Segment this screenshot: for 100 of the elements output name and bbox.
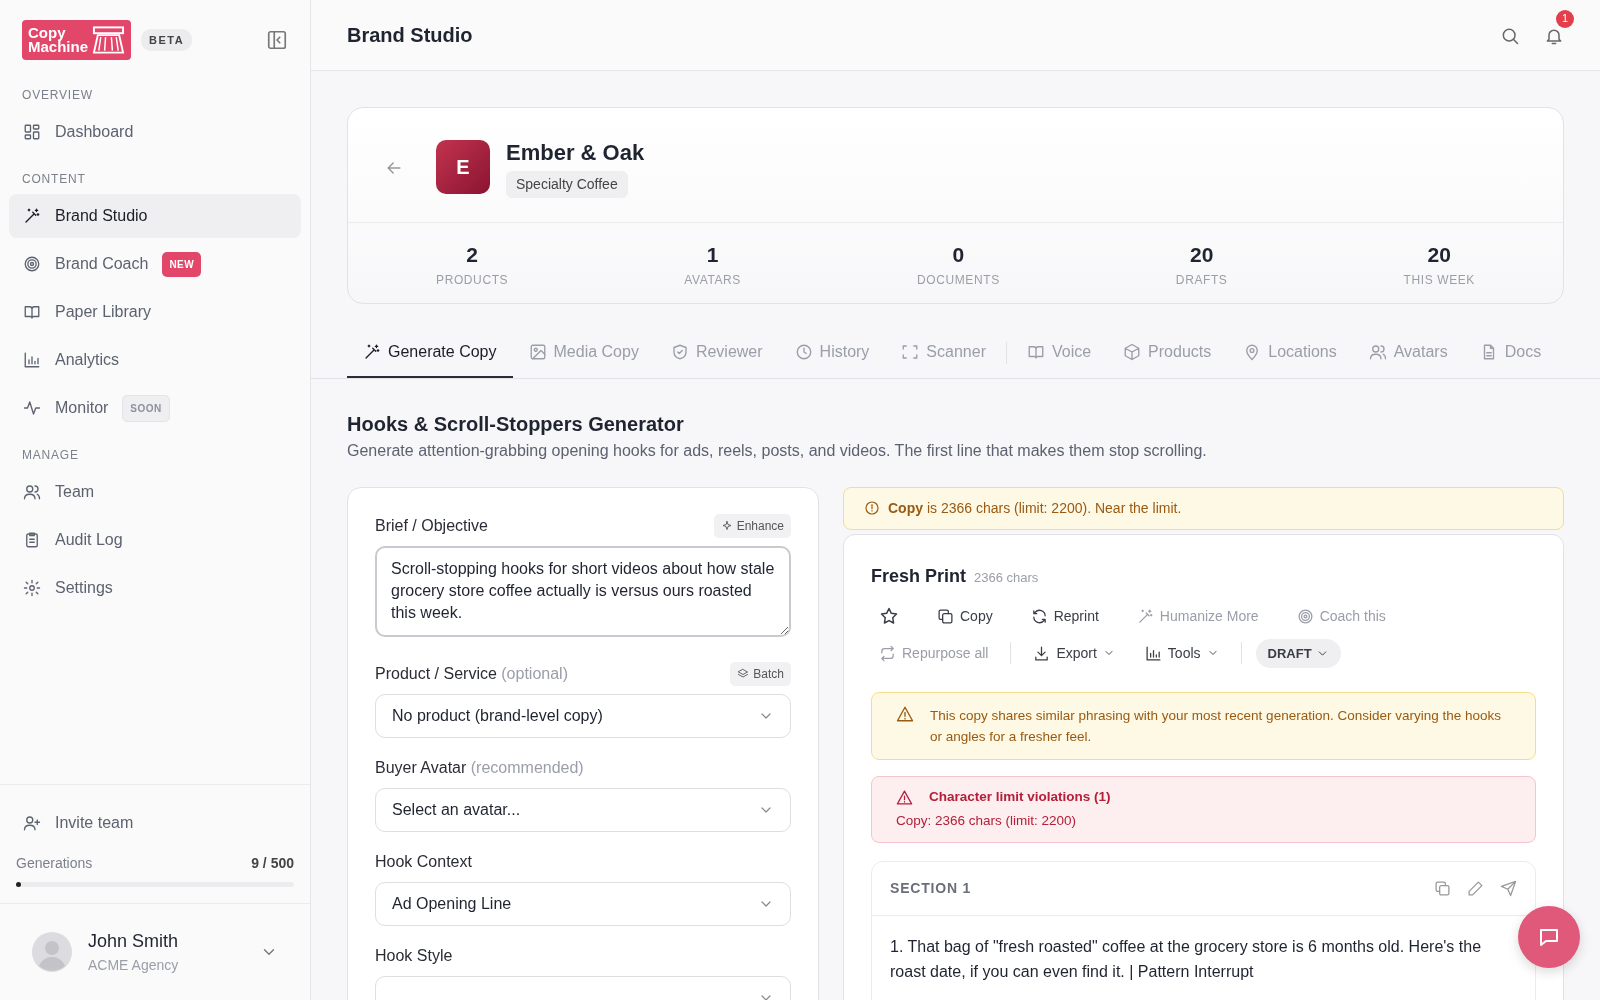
- sidebar-item[interactable]: Dashboard: [9, 110, 301, 154]
- notification-count: 1: [1556, 9, 1574, 28]
- download-icon: [1033, 644, 1051, 662]
- pulse-icon: [23, 399, 41, 417]
- batch-button[interactable]: Batch: [730, 661, 791, 686]
- section-description: Generate attention-grabbing opening hooks for ads, reels, posts, and videos. The first line that makes them stop scrolling.: [347, 440, 1208, 461]
- stat-value: 2: [465, 242, 479, 268]
- stat-label: DRAFTS: [1174, 271, 1229, 289]
- result-title: Fresh Print: [871, 564, 967, 588]
- field-label: Hook Style: [375, 945, 453, 966]
- layers-icon: [737, 667, 750, 680]
- wand-icon: [363, 342, 381, 361]
- send-icon: [1500, 879, 1517, 897]
- hook-text: 1. That bag of "fresh roasted" coffee at the grocery store is 6 months old. Here's the roast date, if you can even find it. | Pattern Interrupt: [889, 936, 1483, 982]
- usage-label: Generations: [16, 854, 93, 873]
- stat-value: 1: [705, 242, 720, 268]
- page-title: Brand Studio: [347, 23, 473, 48]
- sidebar-item[interactable]: Analytics: [9, 338, 301, 382]
- pencil-icon: [1467, 879, 1484, 897]
- warning-icon: [896, 705, 914, 723]
- section-title: Hooks & Scroll-Stoppers Generator: [347, 411, 685, 437]
- status-dropdown[interactable]: DRAFT: [1255, 638, 1341, 668]
- new-badge: NEW: [162, 251, 202, 277]
- sidebar-item[interactable]: Monitor SOON: [9, 386, 301, 430]
- notice-text: Copy is 2366 chars (limit: 2200). Near the limit.: [888, 498, 1182, 518]
- image-icon: [528, 342, 547, 361]
- field-label: Hook Context: [375, 851, 472, 872]
- sidebar-item[interactable]: Team: [9, 470, 301, 514]
- copy-icon: [937, 607, 954, 625]
- box-icon: [1123, 342, 1142, 361]
- info-icon: [864, 500, 880, 516]
- dashboard-icon: [23, 123, 41, 141]
- stat-value: 0: [951, 242, 966, 268]
- sparkle-icon: [720, 519, 733, 532]
- users-icon: [23, 483, 41, 501]
- sidebar-item[interactable]: Paper Library: [9, 290, 301, 334]
- wand-icon: [23, 207, 41, 225]
- target-icon: [23, 255, 41, 273]
- wand-icon: [1136, 607, 1154, 625]
- book-icon: [23, 303, 41, 321]
- tab[interactable]: Generate Copy: [347, 327, 513, 378]
- soon-badge: SOON: [122, 394, 170, 422]
- char-count: 2366 chars: [974, 568, 1039, 587]
- error-detail: Copy: 2366 chars (limit: 2200): [896, 812, 1078, 831]
- sidebar-item[interactable]: Brand Studio: [9, 194, 301, 238]
- scan-icon: [901, 342, 920, 361]
- stat-value: 20: [1426, 242, 1452, 268]
- warning-text: This copy shares similar phrasing with your most recent generation. Consider varying the hooks or angles for a fresher feel.: [930, 707, 1502, 746]
- sidebar-item[interactable]: Brand Coach NEW: [9, 242, 301, 286]
- star-icon: [879, 606, 899, 626]
- brand-category-tag: Specialty Coffee: [506, 171, 628, 198]
- beta-badge: BETA: [141, 28, 193, 52]
- user-name: John Smith: [88, 930, 179, 953]
- action-button[interactable]: Tools: [1136, 638, 1227, 668]
- brief-field[interactable]: Scroll-stopping hooks for short videos about how stale grocery store coffee actually is versus ours roasted this week.: [375, 545, 791, 637]
- field-label: Brief / Objective: [375, 515, 488, 536]
- action-button[interactable]: Copy: [929, 601, 1001, 631]
- stat-label: THIS WEEK: [1402, 271, 1476, 289]
- select-field[interactable]: Select an avatar...: [375, 787, 791, 832]
- stat-label: DOCUMENTS: [916, 271, 1001, 289]
- bar-chart-icon: [1144, 644, 1162, 662]
- section-heading: SECTION 1: [890, 878, 972, 898]
- warning-icon: [896, 788, 913, 806]
- sidebar-item[interactable]: Settings: [9, 566, 301, 610]
- invite-team-link[interactable]: Invite team: [9, 801, 301, 845]
- section-heading: OVERVIEW: [21, 87, 94, 104]
- brand-name: Ember & Oak: [506, 139, 645, 167]
- logo-text: Copy: [28, 25, 67, 40]
- section-heading: CONTENT: [21, 171, 87, 188]
- action-button[interactable]: Reprint: [1022, 601, 1107, 631]
- avatar: [32, 932, 72, 972]
- copy-icon: [1434, 879, 1451, 897]
- sidebar-item[interactable]: Audit Log: [9, 518, 301, 562]
- user-plus-icon: [23, 814, 41, 832]
- collapse-sidebar-icon: [266, 29, 288, 51]
- printer-icon: [92, 25, 125, 55]
- enhance-button[interactable]: Enhance: [713, 513, 791, 538]
- user-org: ACME Agency: [88, 956, 179, 975]
- repeat-icon: [879, 644, 896, 662]
- refresh-icon: [1030, 607, 1048, 625]
- target-icon: [1296, 607, 1314, 625]
- usage-count: 9 / 500: [251, 854, 294, 873]
- section-heading: MANAGE: [21, 447, 80, 464]
- select-field[interactable]: Ad Opening Line: [375, 881, 791, 926]
- stat-label: PRODUCTS: [435, 271, 510, 289]
- brand-logo: E: [436, 140, 490, 194]
- stat-label: AVATARS: [683, 271, 742, 289]
- clock-icon: [794, 342, 813, 361]
- shield-icon: [670, 342, 689, 361]
- settings-icon: [23, 579, 41, 597]
- action-button[interactable]: Export: [1025, 638, 1123, 668]
- stat-value: 20: [1189, 242, 1215, 268]
- bar-chart-icon: [23, 351, 41, 369]
- select-field[interactable]: No product (brand-level copy): [375, 693, 791, 738]
- field-label: Buyer Avatar (recommended): [375, 757, 584, 778]
- users-icon: [1368, 342, 1387, 361]
- logo-text: Machine: [28, 40, 88, 55]
- error-title: Character limit violations (1): [929, 788, 1111, 806]
- clipboard-icon: [23, 531, 41, 549]
- field-label: Product / Service (optional): [375, 663, 568, 684]
